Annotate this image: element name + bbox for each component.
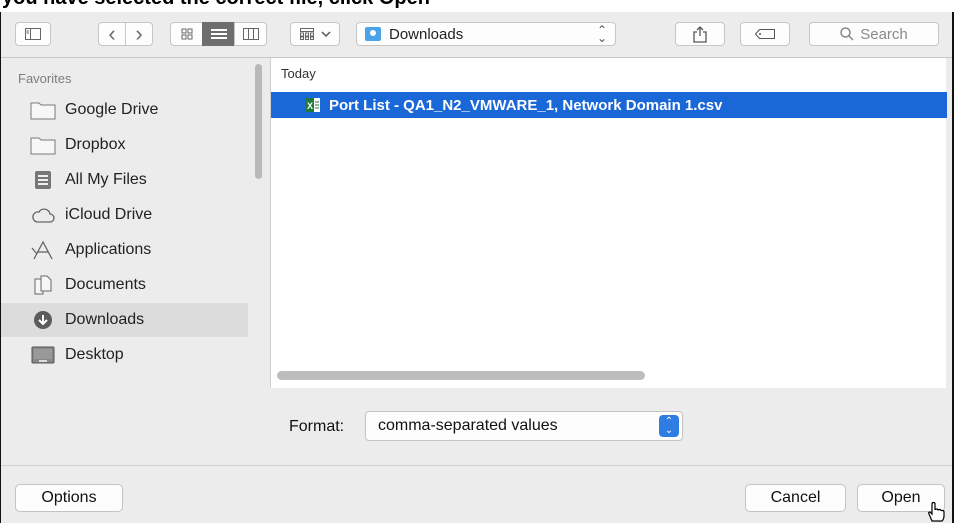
sidebar-item-label: Desktop bbox=[65, 346, 124, 363]
group-heading-today: Today bbox=[281, 66, 316, 81]
chevron-down-icon bbox=[320, 31, 331, 38]
share-button[interactable] bbox=[675, 22, 725, 46]
cancel-button-label: Cancel bbox=[770, 489, 821, 506]
file-name: Port List - QA1_N2_VMWARE_1, Network Dom… bbox=[329, 96, 723, 114]
updown-arrows-icon: ⌃ ⌄ bbox=[596, 23, 607, 45]
columns-icon bbox=[242, 28, 259, 40]
downloads-icon bbox=[30, 309, 56, 331]
search-placeholder: Search bbox=[860, 25, 908, 43]
search-icon bbox=[840, 27, 854, 41]
tag-button[interactable] bbox=[740, 22, 790, 46]
file-list: Today X Port List - QA1_N2_VMWARE_1, Net… bbox=[270, 58, 947, 388]
file-row-selected[interactable]: X Port List - QA1_N2_VMWARE_1, Network D… bbox=[271, 92, 947, 118]
sidebar-item-applications[interactable]: Applications bbox=[1, 233, 248, 267]
format-value: comma-separated values bbox=[378, 417, 558, 434]
sidebar-scrollbar[interactable] bbox=[255, 64, 262, 179]
format-label: Format: bbox=[289, 418, 345, 435]
search-field[interactable]: Search bbox=[809, 22, 939, 46]
back-button[interactable]: ‹ bbox=[98, 21, 126, 46]
hand-cursor-icon bbox=[928, 501, 945, 522]
options-button-label: Options bbox=[41, 489, 97, 506]
sidebar-item-label: iCloud Drive bbox=[65, 206, 153, 223]
sidebar-item-label: Dropbox bbox=[65, 136, 126, 153]
updown-arrows-icon: ⌃ ⌄ bbox=[659, 415, 679, 437]
sidebar: Favorites Google Drive Dropbox All My Fi… bbox=[1, 58, 269, 388]
divider bbox=[1, 465, 952, 466]
group-options-button[interactable] bbox=[290, 22, 340, 46]
applications-icon bbox=[30, 239, 56, 261]
grid-icon bbox=[181, 28, 192, 40]
sidebar-item-label: Google Drive bbox=[65, 101, 159, 118]
cloud-icon bbox=[30, 204, 56, 226]
chevron-right-icon: › bbox=[135, 21, 143, 46]
folder-icon bbox=[30, 134, 56, 156]
list-icon bbox=[210, 29, 227, 39]
cancel-button[interactable]: Cancel bbox=[745, 484, 846, 512]
icon-view-button[interactable] bbox=[170, 22, 203, 46]
documents-icon bbox=[30, 274, 56, 296]
instruction-caption: you have selected the correct file, clic… bbox=[0, 0, 956, 12]
sidebar-item-icloud-drive[interactable]: iCloud Drive bbox=[1, 198, 248, 232]
folder-icon bbox=[30, 99, 56, 121]
sidebar-item-label: Downloads bbox=[65, 311, 145, 328]
format-select[interactable]: comma-separated values ⌃ ⌄ bbox=[365, 411, 683, 441]
downloads-folder-icon bbox=[365, 27, 381, 41]
sidebar-item-downloads[interactable]: Downloads bbox=[1, 303, 248, 337]
open-file-dialog: ‹ › Downloads ⌃ ⌄ Search Favorites Googl… bbox=[0, 12, 954, 523]
sidebar-item-label: All My Files bbox=[65, 171, 147, 188]
instruction-caption-text: you have selected the correct file, clic… bbox=[2, 0, 430, 10]
list-view-button[interactable] bbox=[202, 22, 235, 46]
forward-button[interactable]: › bbox=[125, 21, 153, 46]
sidebar-icon bbox=[25, 28, 41, 40]
excel-icon: X bbox=[306, 98, 320, 112]
all-files-icon bbox=[30, 169, 56, 191]
location-label: Downloads bbox=[389, 25, 464, 43]
sidebar-item-google-drive[interactable]: Google Drive bbox=[1, 93, 248, 127]
chevron-left-icon: ‹ bbox=[108, 21, 116, 46]
toolbar: ‹ › Downloads ⌃ ⌄ Search bbox=[1, 12, 952, 58]
share-icon bbox=[693, 26, 707, 43]
group-grid-icon bbox=[299, 28, 314, 40]
svg-text:X: X bbox=[307, 101, 313, 111]
sidebar-item-label: Documents bbox=[65, 276, 146, 293]
favorites-heading: Favorites bbox=[18, 71, 72, 86]
open-button-label: Open bbox=[881, 489, 921, 506]
horizontal-scrollbar[interactable] bbox=[277, 371, 645, 380]
sidebar-toggle-button[interactable] bbox=[15, 22, 51, 46]
sidebar-item-desktop[interactable]: Desktop bbox=[1, 338, 248, 372]
location-popup[interactable]: Downloads ⌃ ⌄ bbox=[356, 22, 616, 46]
desktop-icon bbox=[30, 344, 56, 366]
sidebar-item-dropbox[interactable]: Dropbox bbox=[1, 128, 248, 162]
sidebar-item-all-my-files[interactable]: All My Files bbox=[1, 163, 248, 197]
sidebar-item-label: Applications bbox=[65, 241, 152, 258]
sidebar-item-documents[interactable]: Documents bbox=[1, 268, 248, 302]
options-button[interactable]: Options bbox=[15, 484, 123, 512]
column-view-button[interactable] bbox=[234, 22, 267, 46]
tag-icon bbox=[755, 29, 775, 39]
